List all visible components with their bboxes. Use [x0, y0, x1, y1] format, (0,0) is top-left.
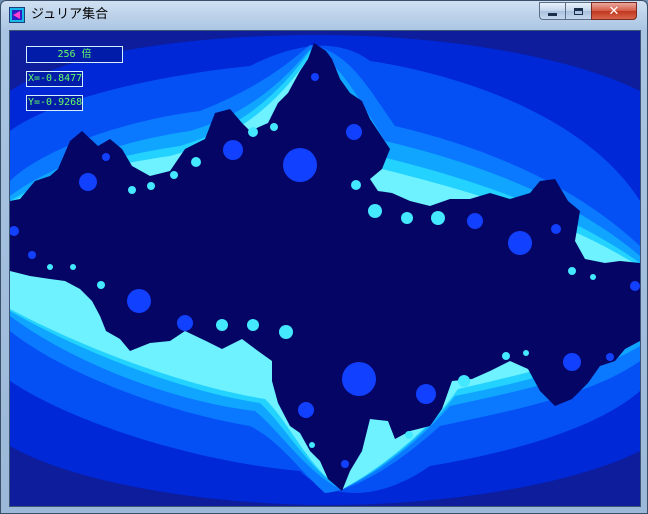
bulb: [351, 180, 361, 190]
bulb: [401, 212, 413, 224]
bulb: [431, 211, 445, 225]
zoom-level-label: 256 倍: [26, 46, 123, 63]
minimize-icon: [548, 12, 557, 16]
bulb: [47, 264, 53, 270]
bulb: [70, 264, 76, 270]
julia-set-canvas[interactable]: [10, 31, 640, 506]
bulb: [630, 281, 640, 291]
app-icon[interactable]: [9, 7, 25, 23]
window-title: ジュリア集合: [31, 7, 109, 22]
bulb: [346, 124, 362, 140]
bulb: [97, 281, 105, 289]
title-bar[interactable]: ジュリア集合 ✕: [1, 1, 647, 29]
bulb: [568, 267, 576, 275]
bulb: [508, 231, 532, 255]
bulb: [523, 350, 529, 356]
bulb: [311, 73, 319, 81]
bulb: [606, 353, 614, 361]
bulb: [279, 325, 293, 339]
bulb: [191, 157, 201, 167]
bulb: [177, 315, 193, 331]
bulb: [590, 274, 596, 280]
bulb: [248, 127, 258, 137]
bulb: [127, 289, 151, 313]
bulb: [223, 140, 243, 160]
bulb: [283, 148, 317, 182]
bulb: [502, 352, 510, 360]
fractal-view[interactable]: 256 倍 X=-0.8477 Y=-0.9268: [9, 30, 641, 507]
bulb: [342, 362, 376, 396]
bulb: [128, 186, 136, 194]
bulb: [467, 213, 483, 229]
bulb: [416, 384, 436, 404]
maximize-button[interactable]: [565, 2, 592, 20]
maximize-icon: [574, 7, 583, 15]
bulb: [309, 442, 315, 448]
bulb: [247, 319, 259, 331]
bulb: [368, 204, 382, 218]
bulb: [341, 460, 349, 468]
bulb: [79, 173, 97, 191]
bulb: [405, 431, 413, 439]
bulb: [216, 319, 228, 331]
close-button[interactable]: ✕: [591, 2, 637, 20]
bulb: [170, 171, 178, 179]
bulb: [270, 123, 278, 131]
x-coordinate-label: X=-0.8477: [26, 71, 83, 87]
minimize-button[interactable]: [539, 2, 566, 20]
bulb: [298, 402, 314, 418]
bulb: [458, 375, 470, 387]
bulb: [563, 353, 581, 371]
bulb: [147, 182, 155, 190]
bulb: [28, 251, 36, 259]
bulb: [551, 224, 561, 234]
close-icon: ✕: [608, 3, 620, 19]
bulb: [102, 153, 110, 161]
y-coordinate-label: Y=-0.9268: [26, 95, 83, 111]
app-window: ジュリア集合 ✕ 256 倍 X=-0.8477 Y=-0.9268: [0, 0, 648, 514]
